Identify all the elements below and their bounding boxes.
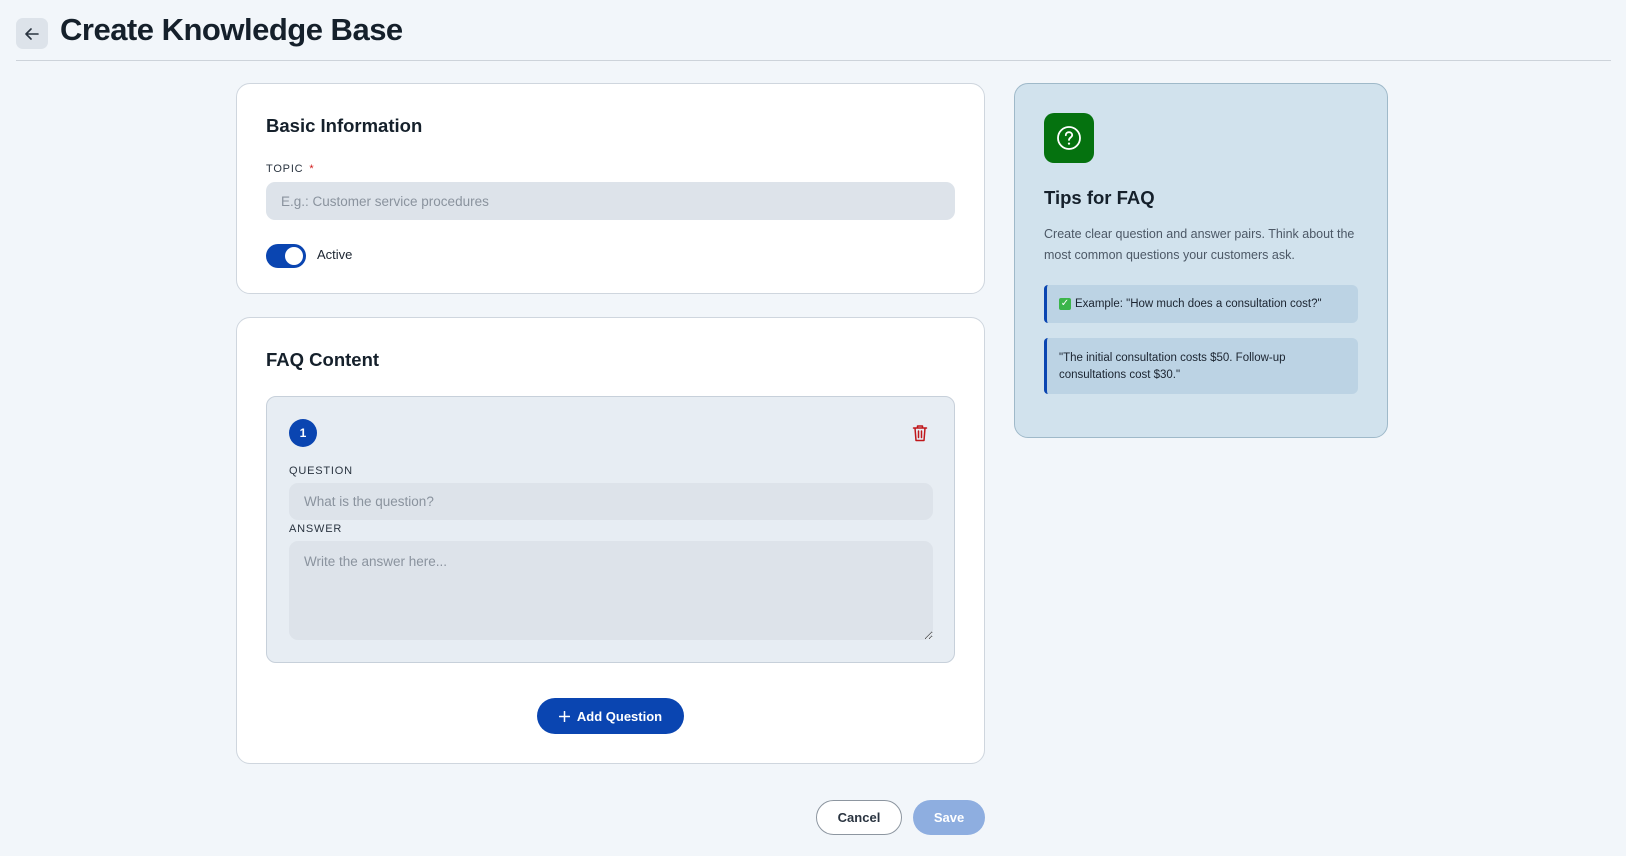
question-circle-icon: [1057, 126, 1081, 150]
tip-example-question: ✓ Example: "How much does a consultation…: [1044, 285, 1358, 323]
faq-item: 1 QUESTION ANSWER: [266, 396, 955, 663]
plus-icon: [558, 710, 570, 722]
question-input[interactable]: [289, 483, 933, 520]
page-title: Create Knowledge Base: [60, 12, 403, 47]
checkmark-icon: ✓: [1059, 298, 1071, 310]
active-toggle[interactable]: [266, 244, 306, 268]
basic-information-card: Basic Information TOPIC* Active: [236, 83, 985, 294]
arrow-left-icon: [25, 27, 39, 40]
topic-label: TOPIC *: [266, 163, 315, 175]
basic-information-title: Basic Information: [266, 115, 423, 136]
cancel-button[interactable]: Cancel: [816, 800, 902, 835]
page-header: Create Knowledge Base: [16, 0, 1611, 61]
add-question-label: Add Question: [576, 708, 663, 724]
topic-input[interactable]: [266, 182, 955, 220]
faq-content-title: FAQ Content: [266, 349, 380, 370]
tips-panel: Tips for FAQ Create clear question and a…: [1014, 83, 1388, 438]
tip-example-answer: "The initial consultation costs $50. Fol…: [1044, 338, 1358, 394]
back-button[interactable]: [16, 18, 48, 49]
tips-title: Tips for FAQ: [1044, 187, 1155, 208]
required-mark: *: [309, 163, 315, 175]
active-toggle-label: Active: [317, 247, 353, 262]
add-question-button[interactable]: Add Question: [537, 698, 684, 734]
faq-item-number: 1: [289, 419, 317, 447]
save-button[interactable]: Save: [913, 800, 985, 835]
answer-textarea[interactable]: [289, 541, 933, 640]
answer-label: ANSWER: [289, 523, 343, 535]
delete-trash-icon[interactable]: [912, 424, 928, 442]
question-label: QUESTION: [289, 465, 353, 477]
tips-icon-container: [1044, 113, 1094, 163]
toggle-knob: [285, 247, 303, 265]
tips-description: Create clear question and answer pairs. …: [1044, 227, 1355, 262]
tip-example-question-text: Example: "How much does a consultation c…: [1075, 298, 1322, 310]
faq-content-card: FAQ Content 1 QUESTION ANSWER Add Questi…: [236, 317, 985, 764]
